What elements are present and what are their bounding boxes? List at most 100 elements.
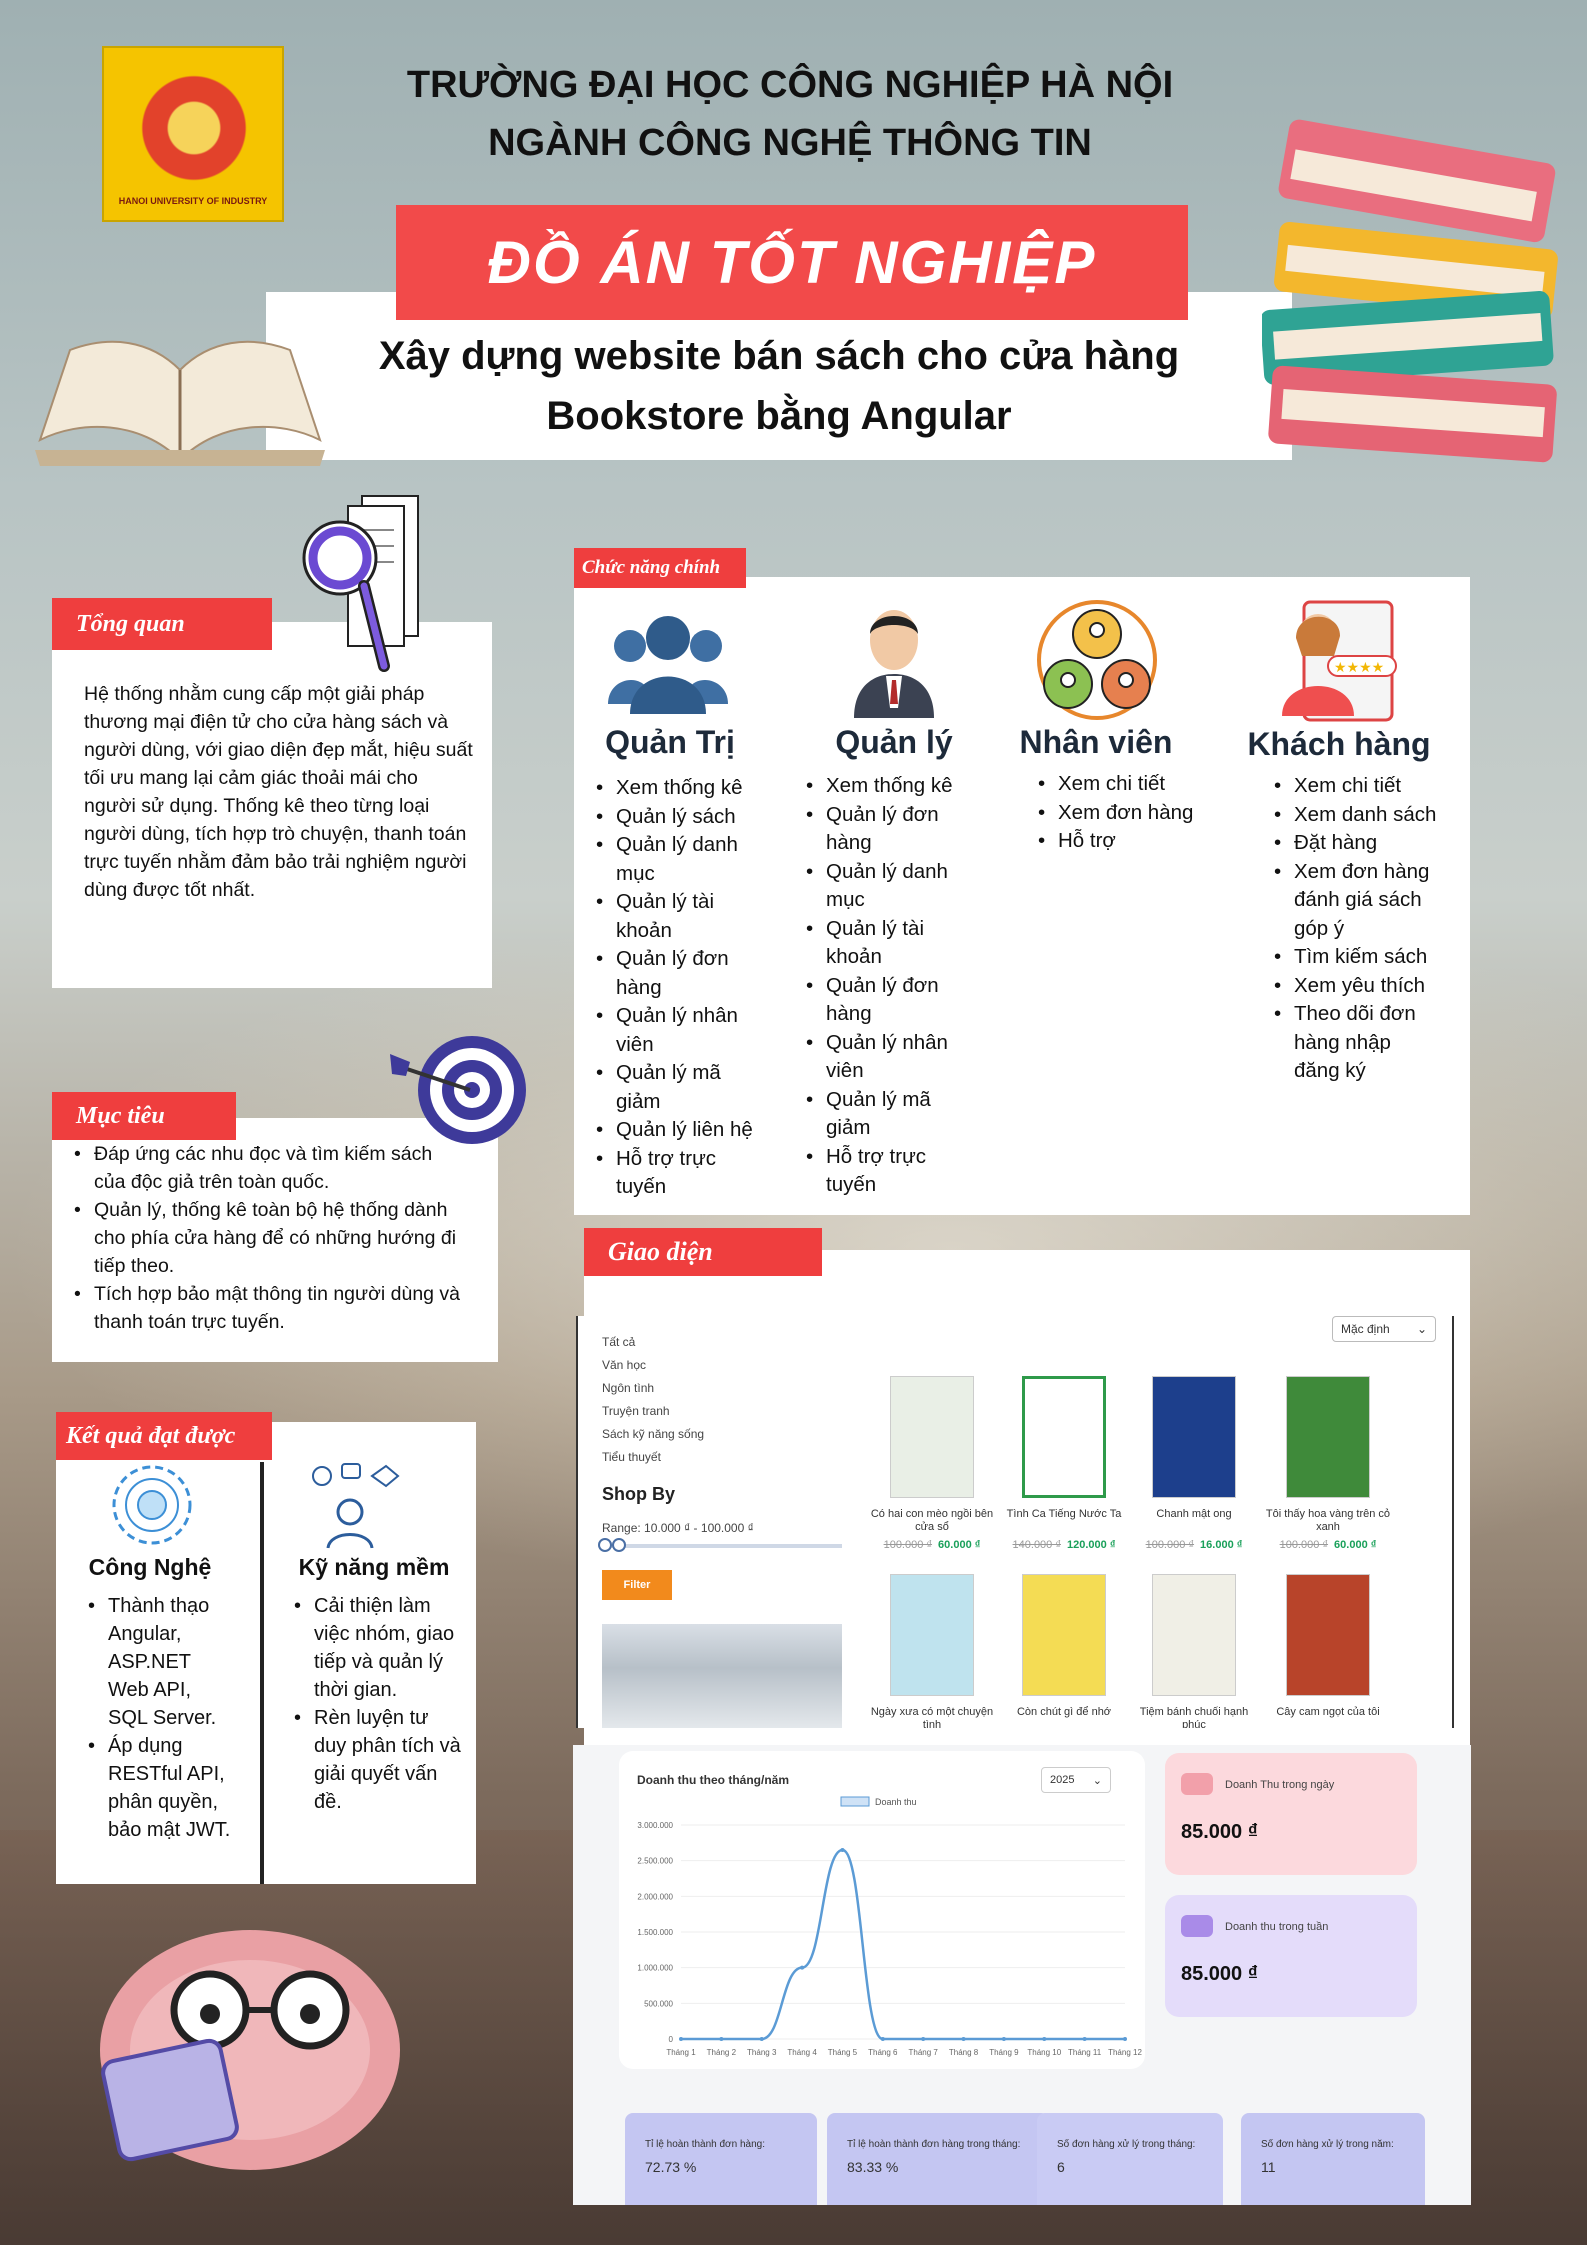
admin-group-icon bbox=[608, 616, 728, 714]
book-card[interactable]: Có hai con mèo ngồi bên cửa sổ 100.000 ₫… bbox=[868, 1376, 996, 1551]
x-tick-label: Tháng 3 bbox=[747, 2048, 777, 2057]
book-card[interactable]: Ngày xưa có một chuyện tình bbox=[868, 1574, 996, 1728]
category-link[interactable]: Sách kỹ năng sống bbox=[602, 1427, 704, 1441]
feature-item: Tìm kiếm sách bbox=[1270, 943, 1440, 972]
category-link[interactable]: Tất cả bbox=[602, 1335, 635, 1349]
results-tag: Kết quả đạt được bbox=[56, 1412, 272, 1460]
feature-item: Quản lý mã giảm bbox=[592, 1059, 762, 1116]
stat-label: Tỉ lệ hoàn thành đơn hàng: bbox=[645, 2139, 765, 2150]
x-tick-label: Tháng 8 bbox=[949, 2048, 979, 2057]
y-tick-label: 2.000.000 bbox=[637, 1892, 673, 1901]
university-logo: HANOI UNIVERSITY OF INDUSTRY bbox=[102, 46, 284, 222]
manager-icon bbox=[854, 610, 934, 718]
soft-skill-item: Rèn luyện tư duy phân tích và giải quyết… bbox=[290, 1704, 462, 1816]
x-tick-label: Tháng 10 bbox=[1027, 2048, 1061, 2057]
soft-skills-title: Kỹ năng mềm bbox=[298, 1554, 450, 1580]
tech-item: Thành thạo Angular, ASP.NET Web API, SQL… bbox=[84, 1592, 234, 1732]
book-card[interactable]: Chanh mật ong 100.000 ₫ 16.000 ₫ bbox=[1130, 1376, 1258, 1551]
results-divider bbox=[260, 1462, 264, 1884]
feature-item: Quản lý đơn hàng bbox=[592, 945, 762, 1002]
chevron-down-icon: ⌄ bbox=[1092, 1775, 1102, 1787]
y-tick-label: 1.000.000 bbox=[637, 1964, 673, 1973]
book-cover bbox=[890, 1376, 974, 1498]
filter-button[interactable]: Filter bbox=[602, 1570, 672, 1600]
data-point bbox=[880, 2037, 885, 2041]
category-link[interactable]: Truyện tranh bbox=[602, 1404, 670, 1418]
book-card[interactable]: Tình Ca Tiếng Nước Ta 140.000 ₫ 120.000 ₫ bbox=[1000, 1376, 1128, 1551]
feature-col-title-staff: Nhân viên bbox=[1019, 724, 1173, 760]
feature-item: Quản lý nhân viên bbox=[802, 1029, 972, 1086]
soft-skills-list: Cải thiện làm việc nhóm, giao tiếp và qu… bbox=[290, 1592, 462, 1816]
wallet-icon bbox=[1181, 1773, 1213, 1795]
book-card[interactable]: Cây cam ngọt của tôi bbox=[1264, 1574, 1392, 1728]
data-point bbox=[1001, 2037, 1006, 2041]
features-tag: Chức năng chính bbox=[574, 548, 746, 588]
book-new-price: 60.000 ₫ bbox=[938, 1539, 981, 1551]
ui-tag: Giao diện bbox=[584, 1228, 822, 1276]
x-tick-label: Tháng 12 bbox=[1108, 2048, 1142, 2057]
slider-handle-min[interactable] bbox=[598, 1538, 612, 1552]
feature-item: Quản lý danh mục bbox=[592, 831, 762, 888]
stat-value: 83.33 % bbox=[847, 2159, 899, 2175]
x-tick-label: Tháng 9 bbox=[989, 2048, 1019, 2057]
technology-icon bbox=[112, 1465, 192, 1545]
data-point bbox=[1042, 2037, 1047, 2041]
book-title: Chanh mật ong bbox=[1156, 1508, 1232, 1520]
book-cover bbox=[1152, 1574, 1236, 1696]
tech-item: Áp dụng RESTful API, phân quyền, bảo mật… bbox=[84, 1732, 234, 1844]
y-tick-label: 2.500.000 bbox=[637, 1857, 673, 1866]
staff-team-icon bbox=[1037, 600, 1157, 720]
legend-label: Doanh thu bbox=[875, 1797, 917, 1807]
kpi-label: Doanh thu trong tuần bbox=[1225, 1921, 1329, 1933]
revenue-line-chart: 0 500.000 1.000.000 1.500.000 2.000.000 2.500… bbox=[637, 1796, 1142, 2057]
y-tick-label: 500.000 bbox=[644, 1999, 673, 2008]
book-title: Cây cam ngọt của tôi bbox=[1276, 1706, 1380, 1718]
kpi-value: 85.000 ₫ bbox=[1181, 1821, 1258, 1843]
feature-item: Hỗ trợ bbox=[1034, 827, 1194, 856]
book-title: Ngày xưa có một chuyện tình bbox=[870, 1706, 994, 1728]
book-new-price: 120.000 ₫ bbox=[1067, 1539, 1116, 1551]
feature-item: Xem chi tiết bbox=[1034, 770, 1194, 799]
feature-col-title-admin: Quản Trị bbox=[605, 724, 735, 760]
feature-item: Xem thống kê bbox=[802, 772, 972, 801]
book-cover bbox=[1286, 1574, 1370, 1696]
tech-title: Công Nghệ bbox=[88, 1554, 212, 1580]
sort-select-value: Mặc định bbox=[1341, 1322, 1390, 1336]
store-banner-image bbox=[602, 1624, 842, 1728]
price-range-slider[interactable] bbox=[602, 1544, 842, 1548]
kpi-card-weekly: Doanh thu trong tuần 85.000 ₫ bbox=[1165, 1895, 1417, 2017]
book-old-price: 100.000 ₫ bbox=[1279, 1539, 1329, 1551]
book-card[interactable]: Còn chút gì để nhớ bbox=[1000, 1574, 1128, 1728]
year-select[interactable]: 2025 ⌄ bbox=[1041, 1767, 1111, 1793]
y-tick-label: 0 bbox=[669, 2035, 674, 2044]
x-tick-label: Tháng 4 bbox=[787, 2048, 817, 2057]
book-cover bbox=[1286, 1376, 1370, 1498]
book-cover bbox=[890, 1574, 974, 1696]
sort-select[interactable]: Mặc định ⌄ bbox=[1332, 1316, 1436, 1342]
feature-item: Đặt hàng bbox=[1270, 829, 1440, 858]
feature-list-staff: Xem chi tiết Xem đơn hàng Hỗ trợ bbox=[1034, 770, 1194, 856]
book-cover bbox=[1022, 1376, 1106, 1498]
book-old-price: 100.000 ₫ bbox=[1145, 1539, 1195, 1551]
category-link[interactable]: Tiểu thuyết bbox=[602, 1450, 661, 1464]
dashboard-screenshot: Doanh thu theo tháng/năm 2025 ⌄ 0 500.000 1… bbox=[573, 1745, 1471, 2205]
slider-handle-max[interactable] bbox=[612, 1538, 626, 1552]
soft-skills-icon bbox=[312, 1463, 400, 1549]
category-link[interactable]: Ngôn tình bbox=[602, 1381, 654, 1395]
data-point bbox=[759, 2037, 764, 2041]
goals-tag: Mục tiêu bbox=[52, 1092, 236, 1140]
tech-list: Thành thạo Angular, ASP.NET Web API, SQL… bbox=[84, 1592, 234, 1844]
category-link[interactable]: Văn học bbox=[602, 1358, 646, 1372]
x-tick-label: Tháng 5 bbox=[828, 2048, 858, 2057]
feature-list-admin: Xem thống kê Quản lý sách Quản lý danh m… bbox=[592, 774, 762, 1202]
feature-item: Xem chi tiết bbox=[1270, 772, 1440, 801]
legend-swatch bbox=[840, 1796, 870, 1807]
stat-card: Tỉ lệ hoàn thành đơn hàng: 72.73 % bbox=[625, 2113, 817, 2205]
book-card[interactable]: Tôi thấy hoa vàng trên cỏ xanh 100.000 ₫… bbox=[1264, 1376, 1392, 1551]
book-card[interactable]: Tiệm bánh chuối hạnh phúc bbox=[1130, 1574, 1258, 1728]
stat-value: 72.73 % bbox=[645, 2159, 697, 2175]
book-title: Tình Ca Tiếng Nước Ta bbox=[1006, 1508, 1122, 1520]
kpi-value: 85.000 ₫ bbox=[1181, 1963, 1258, 1985]
chart-title: Doanh thu theo tháng/năm bbox=[637, 1773, 789, 1787]
data-point bbox=[800, 1965, 805, 1970]
